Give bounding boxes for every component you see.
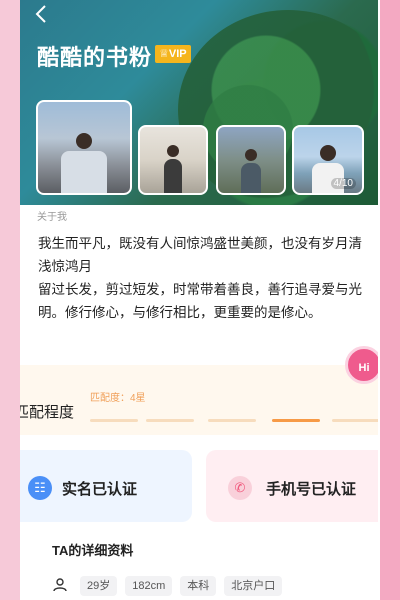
phone-verified-card[interactable]: ✆ 手机号已认证 xyxy=(206,450,378,522)
match-segment xyxy=(90,419,138,422)
photo-count: 4/10 xyxy=(330,178,356,189)
details-title: TA的详细资料 xyxy=(52,543,134,558)
person-figure xyxy=(241,149,261,193)
person-icon xyxy=(53,578,67,592)
phone-icon: ✆ xyxy=(228,476,252,500)
match-subtitle: 匹配度：4星 xyxy=(90,393,146,404)
vip-badge: ♕VIP xyxy=(155,45,191,63)
bio-text: 我生而平凡，既没有人间惊鸿盛世美颜，也没有岁月清浅惊鸿月 留过长发，剪过短发，时… xyxy=(38,232,362,324)
person-figure xyxy=(61,133,107,193)
match-segment xyxy=(208,419,256,422)
profile-photo-4[interactable]: 4/10 xyxy=(292,125,364,195)
tag-age: 29岁 xyxy=(80,576,118,596)
match-segment-active xyxy=(272,419,320,422)
person-figure xyxy=(164,145,182,193)
match-card: 匹配程度 匹配度：4星 xyxy=(20,365,378,435)
match-segment xyxy=(332,419,378,422)
id-card-icon: ☷ xyxy=(28,476,52,500)
profile-photo-3[interactable] xyxy=(216,125,286,195)
details-section: TA的详细资料 29岁 182cm 本科 北京户口 xyxy=(20,528,378,600)
say-hi-button[interactable]: Hi xyxy=(345,346,378,384)
right-edge xyxy=(380,0,400,600)
match-segment xyxy=(146,419,194,422)
tag-height: 182cm xyxy=(125,576,173,596)
tag-hukou: 北京户口 xyxy=(224,576,283,596)
left-edge xyxy=(0,0,20,600)
match-title: 匹配程度 xyxy=(20,404,75,421)
chevron-left-icon[interactable] xyxy=(34,4,48,28)
about-label: 关于我 xyxy=(37,212,67,223)
phone-verified-label: 手机号已认证 xyxy=(266,481,357,498)
id-verified-label: 实名已认证 xyxy=(62,481,138,498)
profile-header: 酷酷的书粉 ♕VIP 4/10 xyxy=(20,0,378,205)
profile-photo-1[interactable] xyxy=(36,100,132,195)
profile-photo-2[interactable] xyxy=(138,125,208,195)
vip-label: VIP xyxy=(168,48,187,60)
profile-content: 酷酷的书粉 ♕VIP 4/10 关于我 我生而平凡，既没有人间惊鸿盛世美颜，也没… xyxy=(20,0,378,600)
bio-line-1: 我生而平凡，既没有人间惊鸿盛世美颜，也没有岁月清浅惊鸿月 xyxy=(38,236,362,274)
page-title: 酷酷的书粉 xyxy=(37,45,153,70)
crown-icon: ♕ xyxy=(159,48,169,60)
bio-line-2: 留过长发，剪过短发，时常带着善良，善行追寻爱与光明。修行修心，与修行相比，更重要… xyxy=(38,282,362,320)
details-tags: 29岁 182cm 本科 北京户口 xyxy=(80,576,283,596)
tag-education: 本科 xyxy=(180,576,217,596)
app-screen: 酷酷的书粉 ♕VIP 4/10 关于我 我生而平凡，既没有人间惊鸿盛世美颜，也没… xyxy=(0,0,400,600)
id-verified-card[interactable]: ☷ 实名已认证 xyxy=(20,450,192,522)
